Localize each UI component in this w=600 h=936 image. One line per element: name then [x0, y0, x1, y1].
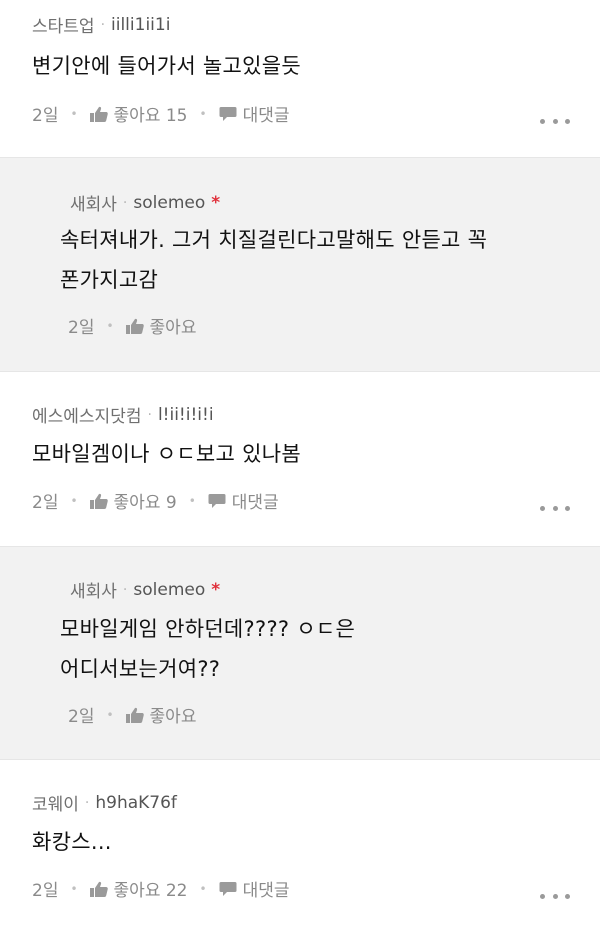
comment-time: 2일	[32, 493, 59, 513]
meta-separator: ·	[122, 581, 128, 598]
reply-comment-item: 새회사 · solemeo * 모바일게임 안하던데???? ㅇㄷ은 어디서보는…	[0, 547, 600, 760]
company-name: 에스에스지닷컴	[32, 407, 142, 427]
like-label: 좋아요	[149, 318, 197, 338]
company-name: 새회사	[70, 582, 117, 602]
comment-text-line: 화캉스...	[32, 830, 112, 854]
action-separator: •	[188, 493, 196, 508]
like-label: 좋아요 9	[113, 493, 177, 513]
more-dots-icon[interactable]	[540, 503, 570, 513]
author-nickname[interactable]: iilli1ii1i	[111, 15, 170, 35]
action-separator: •	[199, 106, 207, 121]
comment-text: 변기안에 들어가서 놀고있을듯	[32, 46, 301, 86]
comment-text: 모바일겜이나 ㅇㄷ보고 있나봄	[32, 434, 301, 474]
action-separator: •	[106, 318, 114, 333]
comment-text-line: 모바일겜이나 ㅇㄷ보고 있나봄	[32, 442, 302, 466]
like-label: 좋아요 15	[113, 106, 188, 126]
reply-label: 대댓글	[231, 493, 279, 513]
speech-bubble-icon	[219, 881, 237, 897]
author-mark: *	[211, 579, 221, 600]
company-name: 스타트업	[32, 17, 95, 37]
like-button[interactable]: 좋아요	[125, 313, 197, 338]
like-button[interactable]: 좋아요 9	[89, 488, 177, 513]
comment-item: 스타트업 · iilli1ii1i 변기안에 들어가서 놀고있을듯 2일 • 좋…	[0, 0, 600, 158]
comment-text-line: 모바일게임 안하던데???? ㅇㄷ은	[60, 617, 356, 641]
reply-button[interactable]: 대댓글	[208, 488, 279, 513]
comment-text-line: 어디서보는거여??	[60, 657, 221, 681]
author-nickname[interactable]: solemeo	[133, 193, 205, 213]
thumbs-up-icon	[89, 493, 108, 509]
meta-separator: ·	[100, 16, 106, 33]
comment-time: 2일	[68, 707, 95, 727]
comment-text: 속터져내가. 그거 치질걸린다고말해도 안듣고 꼭 폰가지고감	[60, 220, 487, 300]
reply-comment-item: 새회사 · solemeo * 속터져내가. 그거 치질걸린다고말해도 안듣고 …	[0, 158, 600, 372]
like-label: 좋아요	[149, 707, 197, 727]
thumbs-up-icon	[89, 106, 108, 122]
comment-meta: 새회사 · solemeo *	[70, 190, 221, 216]
comment-meta: 스타트업 · iilli1ii1i	[32, 12, 170, 38]
thumbs-up-icon	[89, 881, 108, 897]
company-name: 새회사	[70, 195, 117, 215]
comment-text-line: 속터져내가. 그거 치질걸린다고말해도 안듣고 꼭	[60, 228, 488, 252]
action-separator: •	[199, 881, 207, 896]
comment-actions: 2일 • 좋아요	[68, 313, 196, 338]
speech-bubble-icon	[219, 106, 237, 122]
comment-text: 모바일게임 안하던데???? ㅇㄷ은 어디서보는거여??	[60, 609, 355, 689]
comment-actions: 2일 • 좋아요 15 • 대댓글	[32, 101, 290, 126]
like-button[interactable]: 좋아요	[125, 702, 197, 727]
meta-separator: ·	[84, 794, 90, 811]
like-button[interactable]: 좋아요 22	[89, 876, 188, 901]
comment-actions: 2일 • 좋아요 22 • 대댓글	[32, 876, 290, 901]
action-separator: •	[70, 106, 78, 121]
thumbs-up-icon	[125, 707, 144, 723]
comment-item: 코웨이 · h9haK76f 화캉스... 2일 • 좋아요 22 • 대댓글	[0, 760, 600, 936]
meta-separator: ·	[122, 194, 128, 211]
comment-text-line: 변기안에 들어가서 놀고있을듯	[32, 54, 302, 78]
action-separator: •	[106, 707, 114, 722]
company-name: 코웨이	[32, 795, 79, 815]
reply-label: 대댓글	[242, 106, 290, 126]
like-button[interactable]: 좋아요 15	[89, 101, 188, 126]
comment-time: 2일	[32, 881, 59, 901]
speech-bubble-icon	[208, 493, 226, 509]
meta-separator: ·	[147, 406, 152, 423]
action-separator: •	[70, 493, 78, 508]
comment-actions: 2일 • 좋아요 9 • 대댓글	[32, 488, 279, 513]
action-separator: •	[70, 881, 78, 896]
like-label: 좋아요 22	[113, 881, 188, 901]
thumbs-up-icon	[125, 318, 144, 334]
comment-meta: 새회사 · solemeo *	[70, 577, 221, 603]
comment-meta: 에스에스지닷컴 · l!ii!i!i!i	[32, 402, 214, 428]
comment-actions: 2일 • 좋아요	[68, 702, 196, 727]
comment-meta: 코웨이 · h9haK76f	[32, 790, 177, 816]
author-mark: *	[211, 192, 221, 213]
comment-text: 화캉스...	[32, 822, 112, 862]
author-nickname[interactable]: h9haK76f	[95, 793, 177, 813]
comment-time: 2일	[32, 106, 59, 126]
more-dots-icon[interactable]	[540, 116, 570, 126]
comment-text-line: 폰가지고감	[60, 268, 159, 292]
reply-button[interactable]: 대댓글	[219, 876, 290, 901]
comment-item: 에스에스지닷컴 · l!ii!i!i!i 모바일겜이나 ㅇㄷ보고 있나봄 2일 …	[0, 372, 600, 547]
reply-label: 대댓글	[242, 881, 290, 901]
reply-button[interactable]: 대댓글	[219, 101, 290, 126]
author-nickname[interactable]: solemeo	[133, 580, 205, 600]
more-dots-icon[interactable]	[540, 891, 570, 901]
author-nickname[interactable]: l!ii!i!i!i	[158, 405, 214, 425]
comment-time: 2일	[68, 318, 95, 338]
